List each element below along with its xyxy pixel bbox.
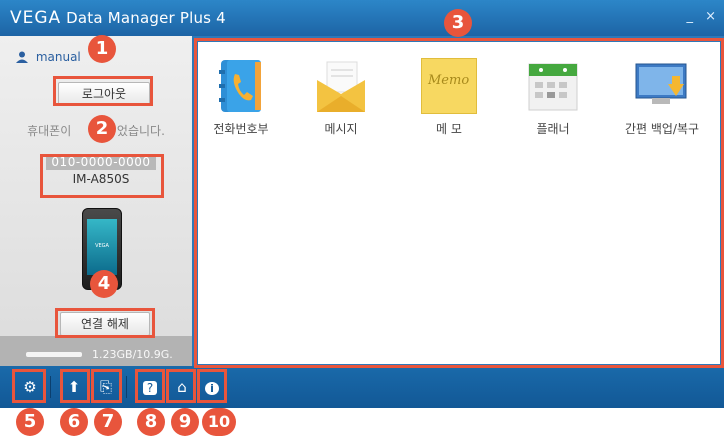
bottom-toolbar: ⚙ ⬆ ⎘ ? ⌂ i (0, 366, 724, 408)
sidebar: manual 로그아웃 휴대폰이 었습니다. 010-0000-0000 IM-… (0, 36, 192, 366)
export-icon: ⎘ (99, 378, 112, 396)
title-text: Data Manager Plus 4 (66, 9, 226, 27)
user-icon (16, 51, 28, 63)
title-bar: VEGA Data Manager Plus 4 _ × (0, 0, 724, 36)
home-button[interactable]: ⌂ (170, 374, 194, 400)
message-icon (317, 61, 365, 112)
app-label: 간편 백업/복구 (624, 122, 700, 136)
app-label: 전화번호부 (213, 122, 269, 136)
callout-7: 7 (94, 408, 122, 436)
planner-icon (528, 63, 578, 111)
callout-9: 9 (171, 408, 199, 436)
username: manual (35, 50, 81, 64)
logout-button[interactable]: 로그아웃 (58, 82, 150, 106)
storage-indicator: 1.23GB/10.9G. (26, 348, 196, 362)
callout-8: 8 (137, 408, 165, 436)
window-controls: _ × (678, 9, 716, 24)
phone-model: IM-A850S (72, 172, 130, 186)
window-title: VEGA Data Manager Plus 4 (10, 8, 226, 28)
device-brand: VEGA (95, 243, 109, 249)
settings-button[interactable]: ⚙ (18, 374, 42, 400)
home-icon: ⌂ (177, 378, 187, 396)
callout-10: 10 (202, 408, 236, 436)
settings-icon: ⚙ (23, 378, 37, 396)
callout-3: 3 (444, 9, 472, 37)
app-planner[interactable]: 플래너 (510, 58, 596, 137)
info-icon: i (205, 382, 219, 395)
app-label: 플래너 (536, 122, 570, 136)
status-text-right: 었습니다. (116, 124, 165, 138)
app-panel: 전화번호부 메시지 Memo 메 모 플래너 간편 백업/복구 (198, 42, 720, 364)
close-button[interactable]: × (705, 9, 716, 24)
app-memo[interactable]: Memo 메 모 (406, 58, 492, 137)
status-text-left: 휴대폰이 (27, 124, 72, 138)
info-button[interactable]: i (200, 374, 224, 400)
callout-5: 5 (16, 408, 44, 436)
toolbar-divider (50, 376, 51, 398)
app-phonebook[interactable]: 전화번호부 (198, 58, 284, 137)
app-message[interactable]: 메시지 (298, 58, 384, 137)
phone-info: 010-0000-0000 IM-A850S (40, 152, 162, 192)
callout-2: 2 (88, 115, 116, 143)
app-label: 메시지 (324, 122, 358, 136)
phonebook-icon (219, 60, 261, 112)
memo-icon: Memo (421, 58, 477, 114)
callout-4: 4 (90, 270, 118, 298)
user-row: manual (16, 50, 81, 64)
callout-6: 6 (60, 408, 88, 436)
title-brand: VEGA (10, 8, 62, 28)
minimize-button[interactable]: _ (686, 9, 693, 24)
upload-button[interactable]: ⬆ (62, 374, 86, 400)
help-icon: ? (142, 381, 158, 395)
phone-number: 010-0000-0000 (46, 154, 156, 170)
app-label: 메 모 (436, 122, 462, 136)
callout-1: 1 (88, 35, 116, 63)
help-button[interactable]: ? (138, 374, 162, 400)
storage-text: 1.23GB/10.9G. (92, 348, 173, 361)
storage-bar (26, 352, 82, 357)
backup-icon (635, 63, 687, 104)
app-backup[interactable]: 간편 백업/복구 (612, 58, 712, 137)
toolbar-divider (126, 376, 127, 398)
export-button[interactable]: ⎘ (94, 374, 118, 400)
disconnect-button[interactable]: 연결 해제 (60, 312, 150, 336)
memo-icon-text: Memo (428, 73, 470, 88)
upload-icon: ⬆ (67, 378, 81, 396)
